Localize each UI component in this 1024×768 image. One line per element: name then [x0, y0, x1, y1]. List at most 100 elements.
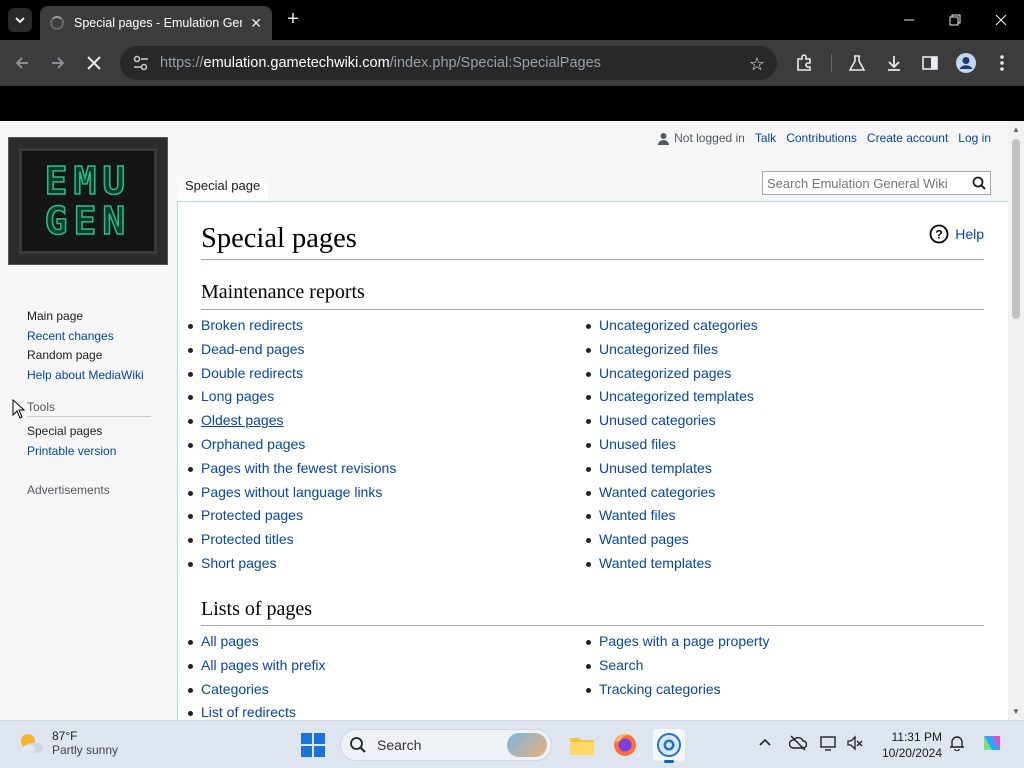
list-item: List of redirects — [178, 701, 326, 720]
download-icon[interactable] — [882, 51, 906, 75]
tab-close-icon[interactable]: ✕ — [250, 15, 262, 32]
link-uncategorized-templates[interactable]: Uncategorized templates — [599, 388, 754, 404]
show-hidden-icons-chevron-icon[interactable] — [758, 735, 772, 752]
menu-kebab-icon[interactable] — [990, 51, 1014, 75]
tab-search-chevron-icon[interactable] — [8, 8, 32, 32]
link-long-pages[interactable]: Long pages — [201, 388, 274, 404]
web-page: EMU GEN Main page Recent changes Random … — [0, 121, 1024, 720]
link-wanted-categories[interactable]: Wanted categories — [599, 484, 715, 500]
link-wanted-templates[interactable]: Wanted templates — [599, 555, 711, 571]
link-unused-categories[interactable]: Unused categories — [599, 412, 716, 428]
link-fewest-revisions[interactable]: Pages with the fewest revisions — [201, 460, 396, 476]
profile-avatar-icon[interactable] — [954, 51, 978, 75]
sidebar-item-recent-changes[interactable]: Recent changes — [27, 327, 157, 347]
section-heading-lists: Lists of pages — [201, 598, 313, 620]
link-without-language-links[interactable]: Pages without language links — [201, 484, 382, 500]
partly-sunny-icon — [21, 734, 43, 754]
windows-start-icon[interactable] — [301, 733, 325, 762]
back-arrow-icon[interactable] — [8, 49, 36, 77]
firefox-icon[interactable] — [609, 729, 641, 761]
list-item: Wanted files — [576, 504, 758, 528]
extensions-puzzle-icon[interactable] — [792, 51, 816, 75]
weather-widget[interactable]: 87°F Partly sunny — [18, 729, 118, 757]
list-item: Unused files — [576, 433, 758, 457]
link-unused-files[interactable]: Unused files — [599, 436, 676, 452]
login-link[interactable]: Log in — [958, 131, 991, 145]
link-dead-end-pages[interactable]: Dead-end pages — [201, 341, 305, 357]
list-item: Wanted pages — [576, 528, 758, 552]
search-input[interactable] — [763, 172, 963, 194]
link-all-pages[interactable]: All pages — [201, 633, 259, 649]
sidebar-item-main-page[interactable]: Main page — [27, 307, 157, 327]
file-explorer-icon[interactable] — [566, 729, 598, 761]
link-uncategorized-files[interactable]: Uncategorized files — [599, 341, 718, 357]
list-item: Uncategorized categories — [576, 314, 758, 338]
link-uncategorized-categories[interactable]: Uncategorized categories — [599, 317, 758, 333]
link-oldest-pages[interactable]: Oldest pages — [201, 412, 284, 428]
browser-tab-active[interactable]: Special pages - Emulation General Wiki ✕ — [40, 6, 272, 40]
search-icon — [350, 737, 366, 753]
link-short-pages[interactable]: Short pages — [201, 555, 277, 571]
link-categories[interactable]: Categories — [201, 681, 269, 697]
link-search[interactable]: Search — [599, 657, 643, 673]
side-panel-icon[interactable] — [918, 51, 942, 75]
new-tab-plus-icon[interactable]: + — [282, 8, 304, 30]
link-broken-redirects[interactable]: Broken redirects — [201, 317, 303, 333]
system-clock[interactable]: 11:31 PM 10/20/2024 — [870, 729, 942, 761]
link-page-property[interactable]: Pages with a page property — [599, 633, 769, 649]
link-tracking-categories[interactable]: Tracking categories — [599, 681, 721, 697]
scrollbar-thumb[interactable] — [1012, 139, 1020, 319]
link-list-of-redirects[interactable]: List of redirects — [201, 704, 296, 720]
onedrive-offline-icon[interactable] — [788, 735, 808, 754]
link-wanted-pages[interactable]: Wanted pages — [599, 531, 689, 547]
address-bar[interactable]: https://emulation.gametechwiki.com/index… — [120, 46, 777, 80]
browser-bar-spacer — [0, 86, 1024, 121]
sidebar-item-help-mediawiki[interactable]: Help about MediaWiki — [27, 366, 157, 386]
stop-loading-icon[interactable] — [80, 49, 108, 77]
link-orphaned-pages[interactable]: Orphaned pages — [201, 436, 305, 452]
copilot-icon[interactable] — [980, 732, 1004, 757]
list-item: Dead-end pages — [178, 338, 396, 362]
scroll-down-arrow-icon[interactable]: ▼ — [1012, 707, 1020, 716]
link-protected-titles[interactable]: Protected titles — [201, 531, 294, 547]
lists-right-list: Pages with a page property Search Tracki… — [576, 630, 769, 701]
wiki-logo[interactable]: EMU GEN — [8, 137, 168, 265]
help-icon: ? — [929, 224, 949, 244]
page-scrollbar[interactable]: ▲ ▼ — [1008, 121, 1024, 720]
maintenance-left-list: Broken redirects Dead-end pages Double r… — [178, 314, 396, 576]
help-link[interactable]: ? Help — [929, 224, 984, 244]
sidebar-item-special-pages[interactable]: Special pages — [27, 422, 157, 442]
link-wanted-files[interactable]: Wanted files — [599, 507, 676, 523]
link-uncategorized-pages[interactable]: Uncategorized pages — [599, 365, 731, 381]
clock-time: 11:31 PM — [891, 730, 942, 744]
mouse-cursor-icon — [12, 398, 26, 424]
forward-arrow-icon[interactable] — [44, 49, 72, 77]
search-icon[interactable] — [972, 176, 986, 195]
minimize-icon[interactable] — [886, 6, 932, 34]
chrome-icon[interactable] — [653, 729, 685, 763]
sidebar-item-printable-version[interactable]: Printable version — [27, 442, 157, 462]
link-double-redirects[interactable]: Double redirects — [201, 365, 303, 381]
weather-temperature: 87°F — [52, 729, 78, 743]
labs-flask-icon[interactable] — [845, 51, 869, 75]
restore-icon[interactable] — [932, 6, 978, 34]
network-icon[interactable] — [820, 735, 838, 754]
sidebar-item-random-page[interactable]: Random page — [27, 346, 157, 366]
volume-muted-icon[interactable] — [846, 735, 864, 754]
link-protected-pages[interactable]: Protected pages — [201, 507, 303, 523]
taskbar-search[interactable]: Search — [340, 729, 552, 761]
link-unused-templates[interactable]: Unused templates — [599, 460, 712, 476]
tab-special-page[interactable]: Special page — [177, 171, 269, 201]
bookmark-star-icon[interactable]: ☆ — [749, 54, 765, 75]
windows-taskbar: 87°F Partly sunny Search 11:31 PM 10/20/… — [0, 720, 1024, 768]
section-divider — [201, 625, 984, 626]
scroll-up-arrow-icon[interactable]: ▲ — [1012, 125, 1020, 134]
create-account-link[interactable]: Create account — [867, 131, 948, 145]
contributions-link[interactable]: Contributions — [786, 131, 857, 145]
link-all-pages-prefix[interactable]: All pages with prefix — [201, 657, 326, 673]
close-window-icon[interactable] — [978, 6, 1024, 34]
notification-bell-icon[interactable] — [949, 735, 965, 754]
wiki-search — [762, 171, 991, 195]
talk-link[interactable]: Talk — [755, 131, 776, 145]
site-settings-icon[interactable] — [132, 54, 150, 72]
